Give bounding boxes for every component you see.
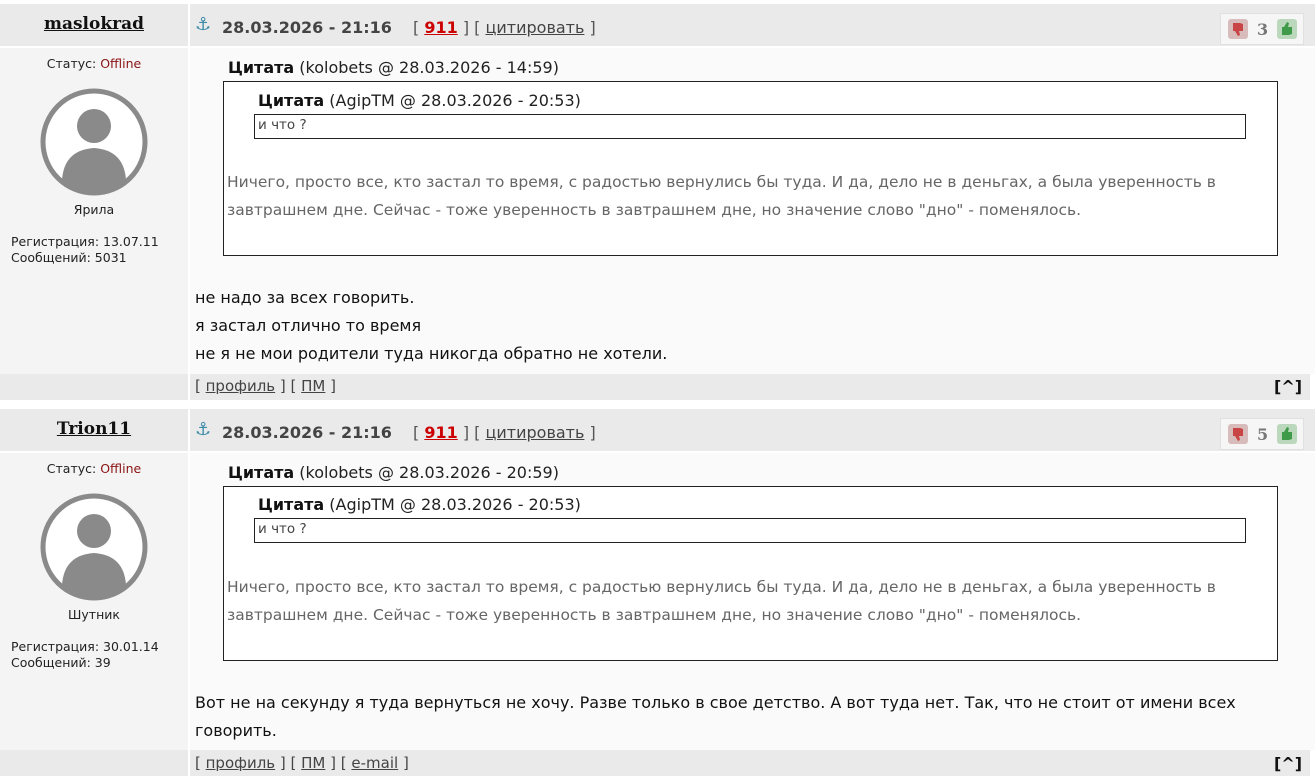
to-top-link[interactable]: [^] [1274,377,1302,396]
thumbs-up-icon[interactable] [1277,424,1297,444]
user-rank: Ярила [73,202,115,217]
pm-link[interactable]: ПМ [301,754,325,772]
quote-text: Ничего, просто все, кто застал то время,… [227,578,1216,624]
quote-header-inner: Цитата (AgipTM @ 28.03.2026 - 20:53) [258,91,581,110]
vote-widget: 3 [1220,13,1304,45]
anchor-icon[interactable]: ⚓ [195,14,211,35]
post-message: не надо за всех говорить. я застал отлич… [195,288,668,363]
user-info: Регистрация: 13.07.11 Сообщений: 5031 [11,234,159,265]
vote-widget: 5 [1220,418,1304,450]
to-top-link[interactable]: [^] [1274,754,1302,773]
user-sidebar: Статус: Offline Ярила Регистрация: 13.07… [0,48,188,374]
user-status: Статус: Offline [46,56,142,71]
vote-count: 5 [1257,425,1269,444]
user-rank: Шутник [68,607,120,622]
post-number-link[interactable]: 911 [424,18,457,37]
vote-count: 3 [1257,20,1269,39]
thumbs-down-icon[interactable] [1228,424,1248,444]
username-link[interactable]: Trion11 [0,419,188,439]
post-links: [ 911 ] [ цитировать ] [413,423,596,442]
quote-box-inner: и что ? [254,114,1246,139]
post-number-link[interactable]: 911 [424,423,457,442]
profile-link[interactable]: профиль [206,377,276,395]
post-links: [ 911 ] [ цитировать ] [413,18,596,37]
avatar-icon [40,88,148,196]
post-date: 28.03.2026 - 21:16 [222,18,392,37]
avatar-icon [40,493,148,601]
email-link[interactable]: e-mail [351,754,398,772]
quote-link[interactable]: цитировать [485,18,584,37]
quote-header-inner: Цитата (AgipTM @ 28.03.2026 - 20:53) [258,495,581,514]
footer-links: [ профиль ] [ ПМ ] [ e-mail ] [195,754,409,772]
post-footer-left [0,750,188,776]
thumbs-down-icon[interactable] [1228,19,1248,39]
post-message: Вот не на секунду я туда вернуться не хо… [195,693,1236,740]
user-info: Регистрация: 30.01.14 Сообщений: 39 [11,639,159,670]
user-status: Статус: Offline [46,461,142,476]
footer-links: [ профиль ] [ ПМ ] [195,377,337,395]
post-footer [190,374,1310,400]
pm-link[interactable]: ПМ [301,377,325,395]
quote-box-inner: и что ? [254,518,1246,543]
thumbs-up-icon[interactable] [1277,19,1297,39]
post-date: 28.03.2026 - 21:16 [222,423,392,442]
post-footer-left [0,374,188,400]
quote-header-outer: Цитата (kolobets @ 28.03.2026 - 14:59) [228,58,559,77]
quote-header-outer: Цитата (kolobets @ 28.03.2026 - 20:59) [228,463,559,482]
user-sidebar: Статус: Offline Шутник Регистрация: 30.0… [0,453,188,753]
username-link[interactable]: maslokrad [0,14,188,34]
quote-text: Ничего, просто все, кто застал то время,… [227,173,1216,219]
profile-link[interactable]: профиль [206,754,276,772]
quote-link[interactable]: цитировать [485,423,584,442]
anchor-icon[interactable]: ⚓ [195,419,211,440]
